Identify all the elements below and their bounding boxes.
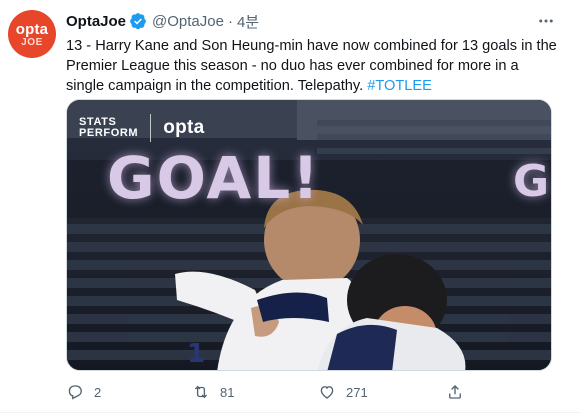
media-brand-overlay: STATS PERFORM opta	[79, 114, 205, 142]
more-options-icon[interactable]	[535, 10, 557, 32]
opta-logo: opta	[163, 117, 205, 138]
stats-perform-line2: PERFORM	[79, 127, 139, 139]
avatar-logo-subtext: JOE	[21, 37, 43, 48]
author-name[interactable]: OptaJoe	[66, 13, 126, 30]
author-handle[interactable]: @OptaJoe	[152, 13, 224, 30]
share-button[interactable]	[446, 383, 464, 401]
stats-perform-logo: STATS PERFORM	[79, 117, 138, 139]
like-button[interactable]: 271	[318, 383, 368, 401]
goal-banner-text: GOAL!	[107, 144, 321, 212]
brand-divider	[150, 114, 152, 142]
tweet-text: 13 - Harry Kane and Son Heung-min have n…	[66, 36, 560, 96]
svg-text:1: 1	[187, 339, 205, 369]
hashtag-link[interactable]: #TOTLEE	[367, 78, 432, 94]
retweet-button[interactable]: 81	[192, 383, 234, 401]
verified-badge-icon	[130, 13, 146, 30]
retweet-icon	[194, 385, 208, 399]
avatar[interactable]: opta JOE	[8, 10, 56, 58]
like-count: 271	[346, 384, 368, 400]
tweet[interactable]: opta JOE OptaJoe @OptaJoe · 4분 13 - Harr…	[0, 0, 580, 414]
avatar-logo-text: opta	[15, 21, 49, 38]
timestamp[interactable]: 4분	[237, 11, 259, 32]
reply-count: 2	[94, 384, 102, 400]
heart-icon	[320, 386, 334, 399]
separator-dot: ·	[227, 12, 233, 30]
tweet-header: OptaJoe @OptaJoe · 4분	[66, 11, 259, 31]
retweet-count: 81	[220, 384, 235, 400]
tweet-actions: 2 81 271	[66, 383, 546, 403]
reply-button[interactable]: 2	[66, 383, 101, 401]
ellipsis-icon	[539, 19, 553, 23]
tweet-media-image[interactable]: 1 GOAL! G STATS PERFORM opta	[66, 99, 552, 371]
tweet-text-content: 13 - Harry Kane and Son Heung-min have n…	[66, 38, 557, 94]
tweet-bottom-border	[0, 412, 580, 413]
goal-banner-partial: G	[513, 156, 550, 207]
share-icon	[449, 385, 461, 399]
reply-icon	[68, 385, 82, 400]
